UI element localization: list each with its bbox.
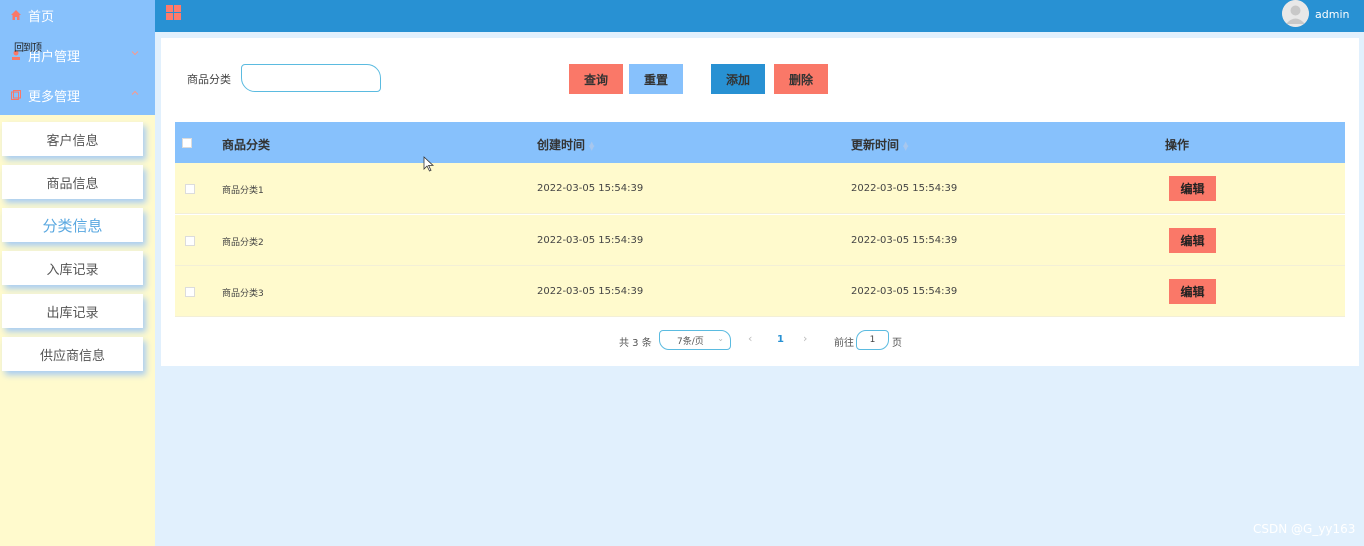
goto-page-input[interactable]: 1 <box>856 330 889 350</box>
search-label: 商品分类 <box>187 73 231 86</box>
sort-icon[interactable]: ▲ ▼ <box>589 140 595 151</box>
home-icon <box>10 9 22 21</box>
cell-created: 2022-03-05 15:54:39 <box>537 183 644 194</box>
top-bar: admin <box>155 0 1364 32</box>
cell-created: 2022-03-05 15:54:39 <box>537 235 644 246</box>
row-checkbox[interactable] <box>185 184 195 194</box>
next-page-icon[interactable]: › <box>803 332 807 345</box>
cell-category: 商品分类1 <box>222 186 264 196</box>
column-header-updated[interactable]: 更新时间 ▲ ▼ <box>851 136 909 153</box>
search-input[interactable] <box>241 64 381 92</box>
row-checkbox[interactable] <box>185 287 195 297</box>
page-size-value: 7条/页 <box>677 336 704 347</box>
goto-label: 前往 <box>834 338 854 349</box>
submenu-item-label: 入库记录 <box>46 262 99 278</box>
edit-button[interactable]: 编辑 <box>1169 279 1216 304</box>
avatar[interactable] <box>1282 0 1309 27</box>
watermark: CSDN @G_yy163 <box>1253 522 1356 536</box>
submenu-item-label: 出库记录 <box>46 305 99 321</box>
submenu-item-customer-info[interactable]: 客户信息 <box>2 122 143 156</box>
mouse-cursor-icon <box>423 156 435 172</box>
column-header-created[interactable]: 创建时间 ▲ ▼ <box>537 136 595 153</box>
add-button[interactable]: 添加 <box>711 64 765 94</box>
cell-category: 商品分类3 <box>222 289 264 299</box>
sidebar-item-label: 更多管理 <box>28 89 81 105</box>
sort-icon[interactable]: ▲ ▼ <box>903 140 909 151</box>
prev-page-icon[interactable]: ‹ <box>748 332 752 345</box>
current-page[interactable]: 1 <box>777 334 784 345</box>
cell-updated: 2022-03-05 15:54:39 <box>851 235 958 246</box>
table-row: 商品分类1 2022-03-05 15:54:39 2022-03-05 15:… <box>175 163 1345 214</box>
reset-button[interactable]: 重置 <box>629 64 683 94</box>
table-row: 商品分类2 2022-03-05 15:54:39 2022-03-05 15:… <box>175 215 1345 266</box>
submenu-item-label: 供应商信息 <box>39 348 105 364</box>
column-header-label: 更新时间 <box>851 138 900 152</box>
row-checkbox[interactable] <box>185 236 195 246</box>
sidebar-item-more-management[interactable]: 更多管理 <box>0 80 155 110</box>
floating-tooltip: 回到顶 <box>14 43 42 54</box>
column-header-category[interactable]: 商品分类 <box>222 136 270 153</box>
column-header-actions: 操作 <box>1165 138 1190 152</box>
cell-created: 2022-03-05 15:54:39 <box>537 286 644 297</box>
page-suffix: 页 <box>892 338 902 349</box>
submenu-item-stock-out-records[interactable]: 出库记录 <box>2 294 143 328</box>
edit-button[interactable]: 编辑 <box>1169 176 1216 201</box>
cell-updated: 2022-03-05 15:54:39 <box>851 183 958 194</box>
copy-icon <box>10 89 22 101</box>
chevron-down-icon: ⌄ <box>717 334 724 343</box>
cell-updated: 2022-03-05 15:54:39 <box>851 286 958 297</box>
main-panel: 商品分类 查询 重置 添加 删除 商品分类 创建时间 ▲ ▼ 更新时间 ▲ ▼ 操作 商… <box>161 38 1359 366</box>
chevron-up-icon <box>131 90 139 95</box>
cell-category: 商品分类2 <box>222 238 264 248</box>
submenu-item-category-info[interactable]: 分类信息 <box>2 208 143 242</box>
query-button[interactable]: 查询 <box>569 64 623 94</box>
sidebar-item-label: 首页 <box>28 9 55 25</box>
submenu-item-supplier-info[interactable]: 供应商信息 <box>2 337 143 371</box>
edit-button[interactable]: 编辑 <box>1169 228 1216 253</box>
column-header-label: 创建时间 <box>537 138 586 152</box>
submenu-item-stock-in-records[interactable]: 入库记录 <box>2 251 143 285</box>
user-name[interactable]: admin <box>1315 8 1349 21</box>
sidebar: 首页 用户管理 回到顶 更多管理 客户信息 商品信息 分类信息 入库记录 出库记… <box>0 0 155 546</box>
submenu-item-product-info[interactable]: 商品信息 <box>2 165 143 199</box>
select-all-checkbox[interactable] <box>182 138 192 148</box>
submenu-item-label: 客户信息 <box>46 133 99 149</box>
chevron-down-icon <box>131 51 139 56</box>
delete-button[interactable]: 删除 <box>774 64 828 94</box>
table-header: 商品分类 创建时间 ▲ ▼ 更新时间 ▲ ▼ 操作 <box>175 122 1345 163</box>
pagination-total: 共 3 条 <box>619 338 652 349</box>
table-row: 商品分类3 2022-03-05 15:54:39 2022-03-05 15:… <box>175 266 1345 317</box>
grid-menu-icon[interactable] <box>166 5 181 20</box>
sidebar-item-home[interactable]: 首页 <box>0 0 155 30</box>
submenu-item-label: 分类信息 <box>42 216 103 235</box>
submenu-item-label: 商品信息 <box>46 176 99 192</box>
page-size-select[interactable]: 7条/页 ⌄ <box>659 330 731 350</box>
